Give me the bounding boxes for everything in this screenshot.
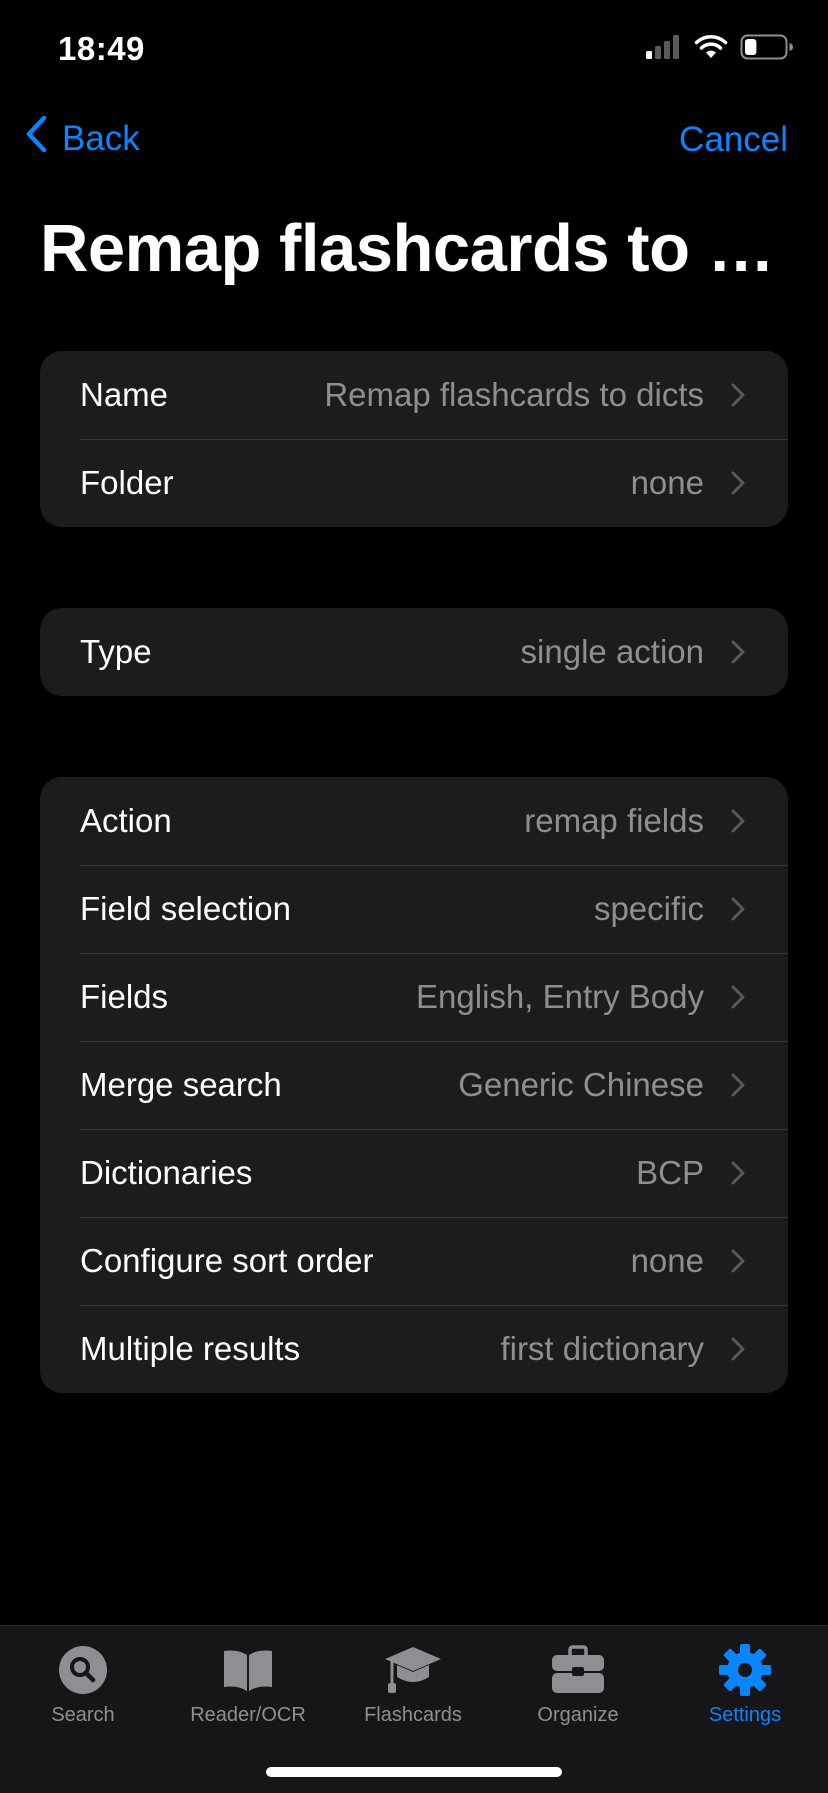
back-button[interactable]: Back <box>24 114 140 163</box>
row-label: Folder <box>80 464 174 501</box>
tab-search[interactable]: Search <box>0 1642 166 1727</box>
row-label: Type <box>80 633 152 670</box>
cellular-signal-icon <box>646 35 682 64</box>
tab-label: Reader/OCR <box>190 1704 306 1726</box>
chevron-right-icon <box>731 897 745 921</box>
chevron-left-icon <box>24 114 48 163</box>
settings-row-dictionaries[interactable]: Dictionaries BCP <box>40 1129 788 1217</box>
settings-row-multiple-results[interactable]: Multiple results first dictionary <box>40 1305 788 1393</box>
settings-row-field-selection[interactable]: Field selection specific <box>40 865 788 953</box>
settings-row-name[interactable]: Name Remap flashcards to dicts <box>40 351 788 439</box>
row-value: BCP <box>636 1154 704 1191</box>
home-indicator <box>266 1767 562 1777</box>
gear-icon <box>715 1642 775 1698</box>
book-icon <box>218 1642 278 1698</box>
graduation-cap-icon <box>383 1642 443 1698</box>
settings-group-type: Type single action <box>40 608 788 696</box>
row-label: Action <box>80 802 172 839</box>
search-icon <box>53 1642 113 1698</box>
settings-group-general: Name Remap flashcards to dicts Folder no… <box>40 351 788 527</box>
settings-row-fields[interactable]: Fields English, Entry Body <box>40 953 788 1041</box>
chevron-right-icon <box>731 1073 745 1097</box>
chevron-right-icon <box>731 471 745 495</box>
row-value: Remap flashcards to dicts <box>324 376 704 413</box>
row-value: English, Entry Body <box>416 978 704 1015</box>
chevron-right-icon <box>731 985 745 1009</box>
tab-flashcards[interactable]: Flashcards <box>330 1642 496 1727</box>
row-label: Fields <box>80 978 169 1015</box>
chevron-right-icon <box>731 1161 745 1185</box>
settings-row-merge-search[interactable]: Merge search Generic Chinese <box>40 1041 788 1129</box>
status-bar: 18:49 <box>0 0 828 100</box>
row-value: none <box>630 464 704 501</box>
settings-group-action: Action remap fields Field selection spec… <box>40 777 788 1393</box>
row-value: Generic Chinese <box>458 1066 704 1103</box>
tab-settings[interactable]: Settings <box>662 1642 828 1727</box>
settings-row-action[interactable]: Action remap fields <box>40 777 788 865</box>
tab-label: Settings <box>708 1704 782 1726</box>
cancel-button[interactable]: Cancel <box>679 120 788 160</box>
row-value: none <box>630 1242 704 1279</box>
chevron-right-icon <box>731 383 745 407</box>
tab-label: Flashcards <box>364 1704 462 1726</box>
battery-icon <box>740 34 794 65</box>
chevron-right-icon <box>731 640 745 664</box>
tab-reader-ocr[interactable]: Reader/OCR <box>165 1642 331 1727</box>
row-label: Merge search <box>80 1066 282 1103</box>
toolbox-icon <box>548 1642 608 1698</box>
page-title: Remap flashcards to di… <box>40 211 792 286</box>
chevron-right-icon <box>731 1337 745 1361</box>
row-value: remap fields <box>524 802 704 839</box>
row-label: Name <box>80 376 169 413</box>
row-label: Configure sort order <box>80 1242 374 1279</box>
row-label: Dictionaries <box>80 1154 253 1191</box>
status-time: 18:49 <box>58 30 145 67</box>
row-label: Field selection <box>80 890 291 927</box>
nav-bar: Back Cancel <box>0 108 828 172</box>
status-icons <box>646 34 794 65</box>
tab-organize[interactable]: Organize <box>495 1642 661 1727</box>
settings-row-folder[interactable]: Folder none <box>40 439 788 527</box>
back-label: Back <box>62 118 140 158</box>
chevron-right-icon <box>731 809 745 833</box>
settings-row-type[interactable]: Type single action <box>40 608 788 696</box>
row-value: first dictionary <box>500 1330 704 1367</box>
tab-label: Organize <box>537 1704 619 1726</box>
tab-label: Search <box>51 1704 115 1726</box>
wifi-icon <box>694 34 728 65</box>
chevron-right-icon <box>731 1249 745 1273</box>
settings-row-configure-sort-order[interactable]: Configure sort order none <box>40 1217 788 1305</box>
row-value: single action <box>520 633 704 670</box>
row-label: Multiple results <box>80 1330 301 1367</box>
row-value: specific <box>593 890 704 927</box>
